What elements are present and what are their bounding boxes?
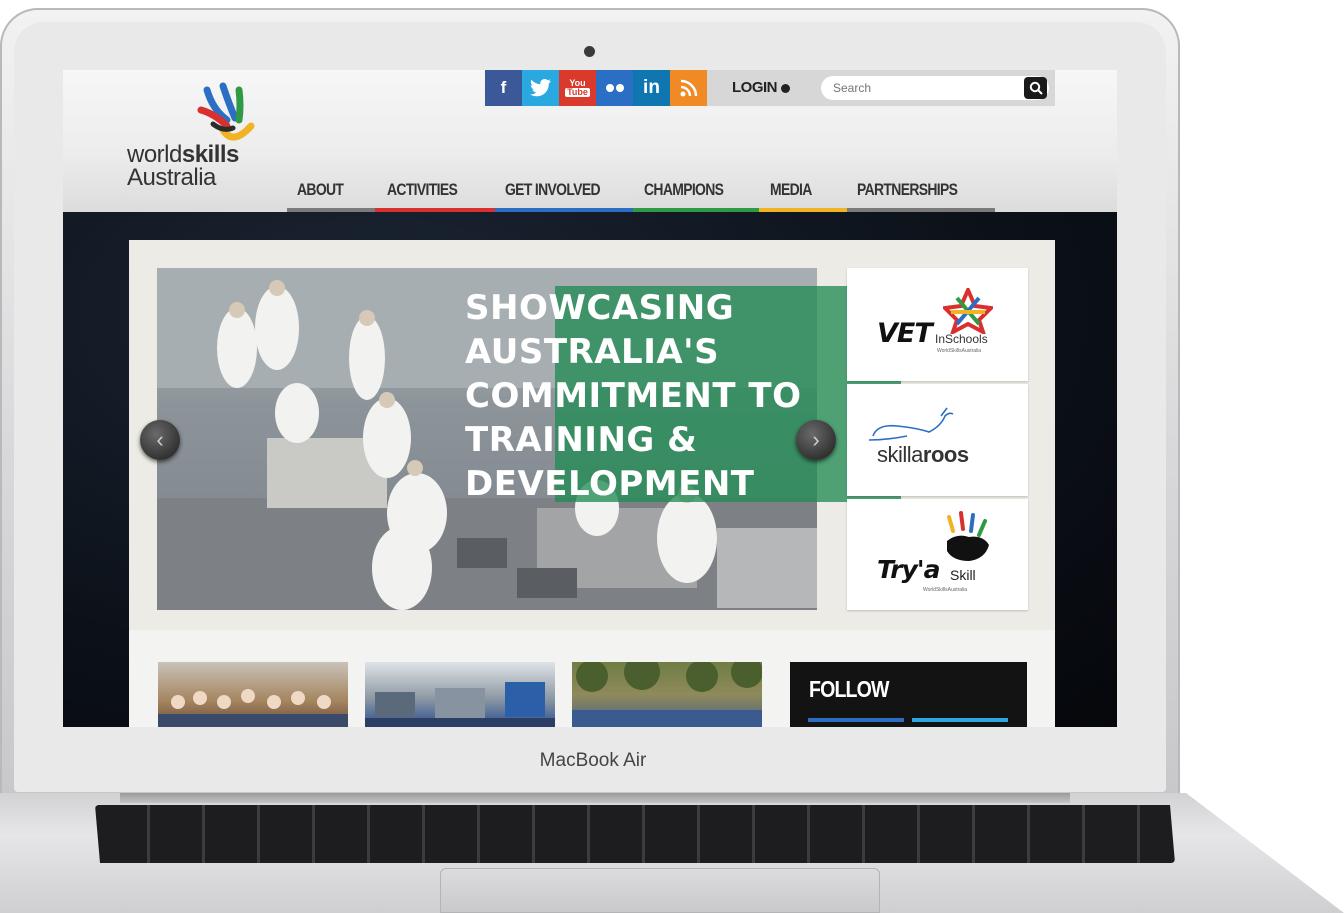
vet-card-small: InSchools bbox=[935, 332, 988, 346]
search-input[interactable] bbox=[821, 76, 1049, 100]
trackpad bbox=[440, 868, 880, 913]
nav-champions[interactable]: CHAMPIONS bbox=[644, 180, 724, 200]
hero-line-2: AUSTRALIA'S bbox=[465, 332, 720, 372]
kangaroo-icon bbox=[868, 407, 954, 441]
chevron-right-icon: › bbox=[812, 427, 820, 452]
nav-partnerships[interactable]: PARTNERSHIPS bbox=[857, 180, 958, 200]
vet-card-tiny: WorldSkillsAustralia bbox=[937, 348, 982, 354]
skillaroos-card[interactable]: skillaroos bbox=[847, 384, 1028, 496]
thumbnail-2[interactable] bbox=[365, 662, 555, 727]
facebook-icon[interactable]: f bbox=[485, 70, 522, 106]
hero-line-5: DEVELOPMENT bbox=[465, 464, 755, 504]
hand-icon bbox=[947, 511, 989, 561]
hero-line-4: TRAINING & bbox=[465, 420, 698, 460]
follow-tab-2[interactable] bbox=[912, 718, 1008, 722]
try-a-skill-big: Try'a bbox=[877, 555, 940, 584]
thumbnail-1[interactable] bbox=[158, 662, 348, 727]
nav-about[interactable]: ABOUT bbox=[297, 180, 344, 200]
skillaroos-prefix: skilla bbox=[877, 442, 923, 467]
login-link[interactable]: LOGIN bbox=[732, 79, 790, 96]
login-label: LOGIN bbox=[732, 79, 778, 96]
follow-tab-1[interactable] bbox=[808, 718, 904, 722]
hero-line-3: COMMITMENT TO bbox=[465, 376, 802, 416]
chevron-left-icon: ‹ bbox=[156, 427, 164, 452]
rss-icon[interactable] bbox=[670, 70, 707, 106]
vet-in-schools-card[interactable]: VET InSchools WorldSkillsAustralia bbox=[847, 268, 1028, 381]
youtube-icon[interactable]: You Tube bbox=[559, 70, 596, 106]
vet-card-big: VET bbox=[877, 318, 933, 349]
slider-next-button[interactable]: › bbox=[796, 420, 836, 460]
slider-prev-button[interactable]: ‹ bbox=[140, 420, 180, 460]
nav-activities[interactable]: ACTIVITIES bbox=[387, 180, 458, 200]
follow-heading: FOLLOW bbox=[809, 676, 889, 702]
vet-star-icon bbox=[943, 288, 993, 334]
twitter-icon[interactable] bbox=[522, 70, 559, 106]
camera-icon bbox=[584, 46, 595, 57]
skillaroos-wordmark: skillaroos bbox=[877, 442, 969, 468]
search-icon bbox=[1029, 81, 1043, 95]
try-a-skill-tiny: WorldSkillsAustralia bbox=[923, 587, 968, 593]
nav-get-involved[interactable]: GET INVOLVED bbox=[505, 180, 601, 200]
laptop-hinge bbox=[120, 793, 1070, 803]
hero-line-1: SHOWCASING bbox=[465, 288, 735, 328]
logo-australia-text: Australia bbox=[127, 164, 216, 191]
keyboard bbox=[95, 805, 1175, 863]
try-a-skill-card[interactable]: Try'a Skill WorldSkillsAustralia bbox=[847, 499, 1028, 610]
flickr-icon[interactable] bbox=[596, 70, 633, 106]
search-button[interactable] bbox=[1024, 77, 1047, 99]
linkedin-icon[interactable]: in bbox=[633, 70, 670, 106]
thumbnail-3[interactable] bbox=[572, 662, 762, 727]
try-a-skill-small: Skill bbox=[950, 567, 976, 583]
site-logo[interactable]: worldskills Australia bbox=[127, 143, 239, 191]
laptop-model-label: MacBook Air bbox=[539, 750, 647, 771]
nav-media[interactable]: MEDIA bbox=[770, 180, 812, 200]
login-arrow-icon bbox=[780, 83, 790, 93]
skillaroos-bold: roos bbox=[922, 442, 969, 467]
website-screen: worldskills Australia f You Tube in LOGIN… bbox=[63, 70, 1117, 727]
